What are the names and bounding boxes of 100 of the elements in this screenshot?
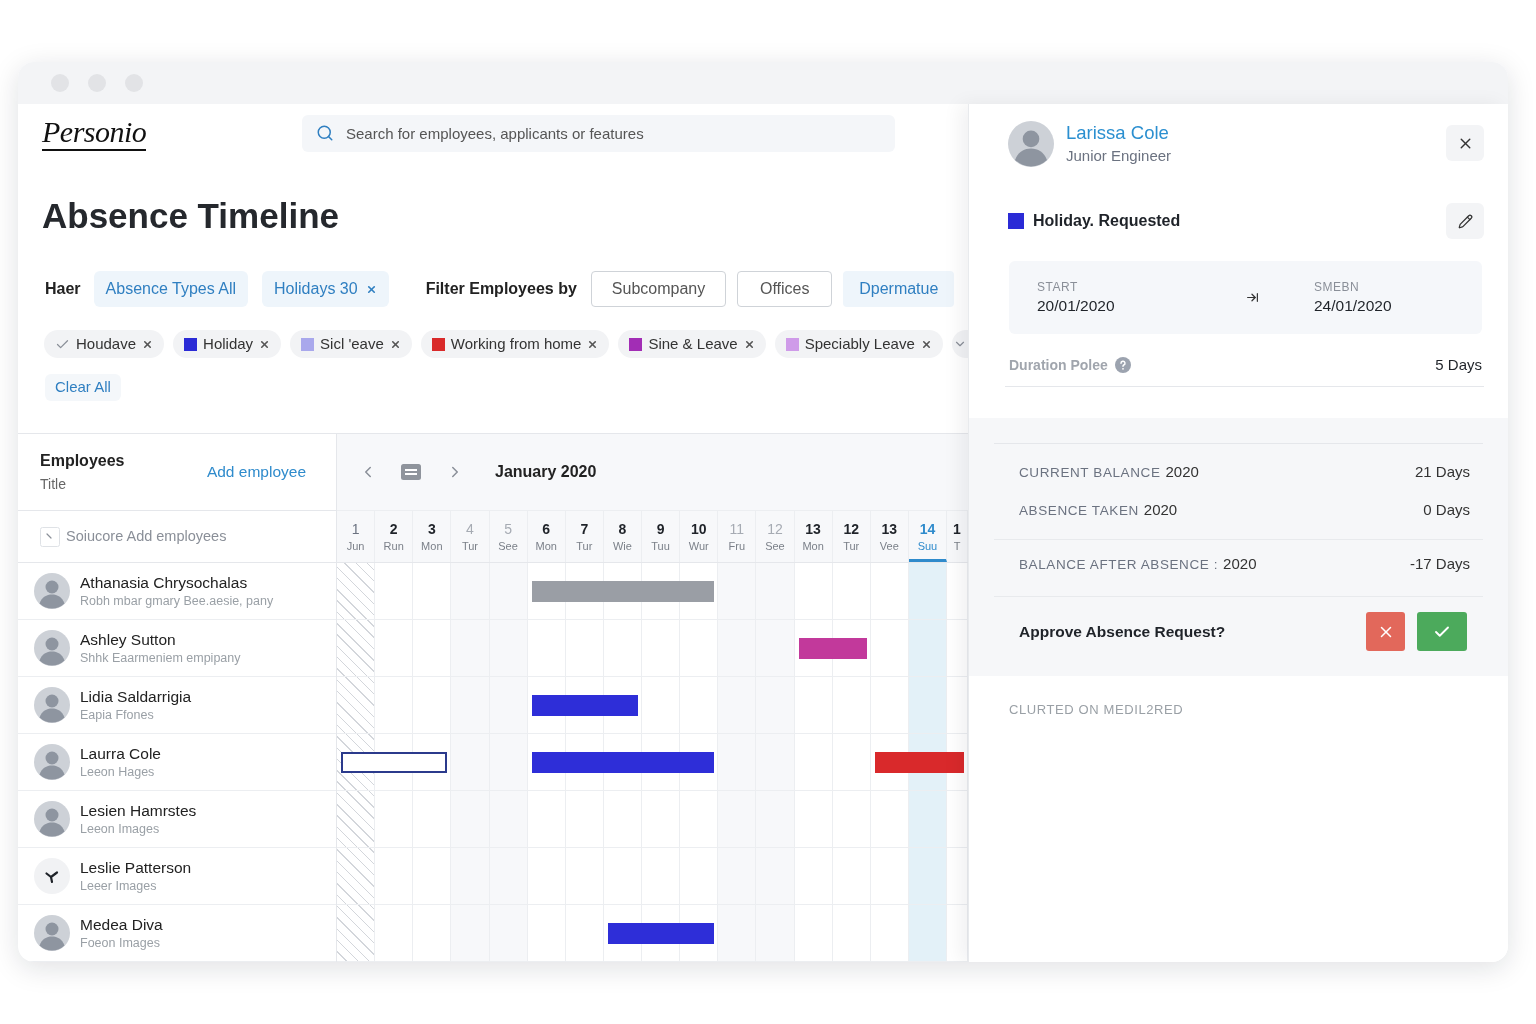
- avatar-silhouette-icon: [34, 801, 70, 837]
- employee-title: Leeer Images: [80, 877, 158, 895]
- page-title: Absence Timeline: [41, 196, 340, 236]
- day-header-cell[interactable]: 13 Mon: [794, 511, 833, 562]
- employee-title: Robh mbar gmary Bee.aesie, pany: [80, 592, 274, 610]
- day-number: 5: [504, 519, 512, 538]
- search-field[interactable]: Search for employees, applicants or features: [302, 115, 895, 152]
- weekday-label: See: [498, 538, 518, 554]
- add-employee-link[interactable]: Add employee: [206, 460, 306, 484]
- day-header-cell[interactable]: 4 Tur: [451, 511, 490, 562]
- duration-value: 5 Days: [1435, 355, 1482, 375]
- edit-button[interactable]: [1446, 203, 1484, 239]
- weekday-label: Tuu: [651, 538, 670, 554]
- close-button[interactable]: [1446, 125, 1484, 161]
- day-number: 14: [919, 519, 936, 538]
- employee-name[interactable]: Athanasia Chrysochalas: [80, 572, 274, 593]
- weekday-label: Wur: [688, 538, 709, 554]
- employee-name[interactable]: Leslie Patterson: [80, 857, 192, 878]
- filter-chip[interactable]: Absence Types All: [93, 271, 249, 307]
- reject-button[interactable]: [1366, 612, 1405, 651]
- absence-bar[interactable]: [341, 752, 448, 773]
- filter-employees-label: Filter Employees by: [425, 279, 577, 299]
- employee-filter-button[interactable]: Offices: [737, 271, 833, 307]
- absence-type-chip[interactable]: Working from home: [420, 330, 610, 358]
- day-number: 8: [618, 519, 627, 538]
- employee-title: Foeon Images: [80, 934, 161, 952]
- pencil-icon: [1457, 213, 1473, 229]
- day-header-cell[interactable]: 7 Tur: [565, 511, 604, 562]
- weekday-label: See: [765, 538, 785, 554]
- absence-type-chip[interactable]: Houdave: [44, 330, 165, 358]
- balance-label: CURRENT BALANCE: [1019, 463, 1161, 482]
- employee-search-field[interactable]: Soiucore Add employees: [66, 525, 306, 548]
- duration-label: Duration Polee: [1009, 356, 1108, 375]
- day-number: 12: [767, 519, 783, 538]
- more-types-button[interactable]: [951, 330, 968, 358]
- day-header-cell[interactable]: 10 Wur: [680, 511, 719, 562]
- close-icon[interactable]: [743, 338, 755, 350]
- employee-title: Leeon Images: [80, 820, 161, 838]
- employee-name[interactable]: Medea Diva: [80, 914, 163, 935]
- avatar-silhouette-icon: [34, 687, 70, 723]
- day-header-cell[interactable]: 12 Tur: [832, 511, 871, 562]
- balance-value: 0 Days: [1423, 499, 1470, 520]
- employee-title: Leeon Hages: [80, 763, 156, 781]
- weekday-label: Mon: [802, 538, 824, 554]
- employee-filter-button[interactable]: Dpermatue: [843, 271, 955, 307]
- day-header-cell[interactable]: 3 Mon: [413, 511, 452, 562]
- list-view-icon[interactable]: [401, 464, 421, 480]
- end-date: 24/01/2020: [1314, 295, 1392, 316]
- absence-type-chip[interactable]: Speciably Leave: [774, 330, 943, 358]
- close-icon[interactable]: [587, 338, 599, 350]
- day-number: 13: [881, 519, 898, 538]
- clear-all-button[interactable]: Clear All: [45, 374, 121, 401]
- day-number: 2: [389, 519, 398, 538]
- employee-name[interactable]: Ashley Sutton: [80, 629, 241, 650]
- balance-label: ABSENCE TAKEN: [1019, 501, 1139, 520]
- weekday-label: Run: [383, 538, 404, 554]
- day-header-cell[interactable]: 13 Vee: [870, 511, 909, 562]
- weekday-label: Mon: [421, 538, 443, 554]
- balance-value: -17 Days: [1409, 553, 1470, 574]
- day-number: 6: [542, 519, 551, 538]
- employee-name[interactable]: Lidia Saldarrigia: [80, 686, 192, 707]
- close-icon[interactable]: [920, 338, 932, 350]
- employee-name-link[interactable]: Larissa Cole: [1066, 121, 1172, 145]
- close-icon[interactable]: [142, 338, 154, 350]
- day-header-cell[interactable]: 9 Tuu: [642, 511, 681, 562]
- filter-chip[interactable]: Holidays 30: [262, 271, 389, 307]
- weekday-label: Suu: [917, 538, 938, 554]
- close-icon[interactable]: [389, 338, 401, 350]
- month-label: January 2020: [495, 462, 597, 482]
- avatar-glyph-icon: [34, 858, 70, 894]
- avatar-silhouette-icon: [34, 744, 70, 780]
- employee-filter-button[interactable]: Subcompany: [590, 271, 727, 307]
- absence-type-chip[interactable]: Sine & Leave: [618, 330, 766, 358]
- close-icon[interactable]: [365, 283, 377, 295]
- help-icon[interactable]: [1114, 357, 1131, 373]
- day-header-cell[interactable]: 11 Fru: [718, 511, 757, 562]
- absence-type-chip[interactable]: Holiday: [173, 330, 282, 358]
- end-label: SMEBN: [1314, 278, 1361, 295]
- close-icon[interactable]: [259, 338, 271, 350]
- day-header-cell[interactable]: 1 Jun: [337, 511, 376, 562]
- logo[interactable]: Personio: [42, 116, 147, 151]
- employee-title: Shhk Eaarmeniem empipany: [80, 649, 241, 667]
- square-slash-icon: [40, 526, 60, 547]
- balance-label: BALANCE AFTER ABSENCE :: [1019, 555, 1219, 574]
- absence-status: Holiday. Requested: [1033, 211, 1181, 231]
- filter-label: Haer: [45, 279, 81, 299]
- employee-name[interactable]: Laurra Cole: [80, 743, 161, 764]
- balance-value: 21 Days: [1414, 461, 1470, 482]
- day-header-cell[interactable]: 12 See: [756, 511, 795, 562]
- employee-name[interactable]: Lesien Hamrstes: [80, 800, 197, 821]
- approve-button[interactable]: [1417, 612, 1467, 651]
- weekday-label: Wie: [612, 538, 632, 554]
- day-header-cell[interactable]: 6 Mon: [527, 511, 566, 562]
- day-number: 13: [805, 519, 821, 538]
- avatar-silhouette-icon: [34, 630, 70, 666]
- day-header-cell[interactable]: 5 See: [489, 511, 528, 562]
- absence-type-chip[interactable]: Sicl 'eave: [290, 330, 412, 358]
- day-header-cell[interactable]: 8 Wie: [603, 511, 642, 562]
- day-number: 1: [953, 519, 961, 538]
- day-header-cell[interactable]: 2 Run: [375, 511, 414, 562]
